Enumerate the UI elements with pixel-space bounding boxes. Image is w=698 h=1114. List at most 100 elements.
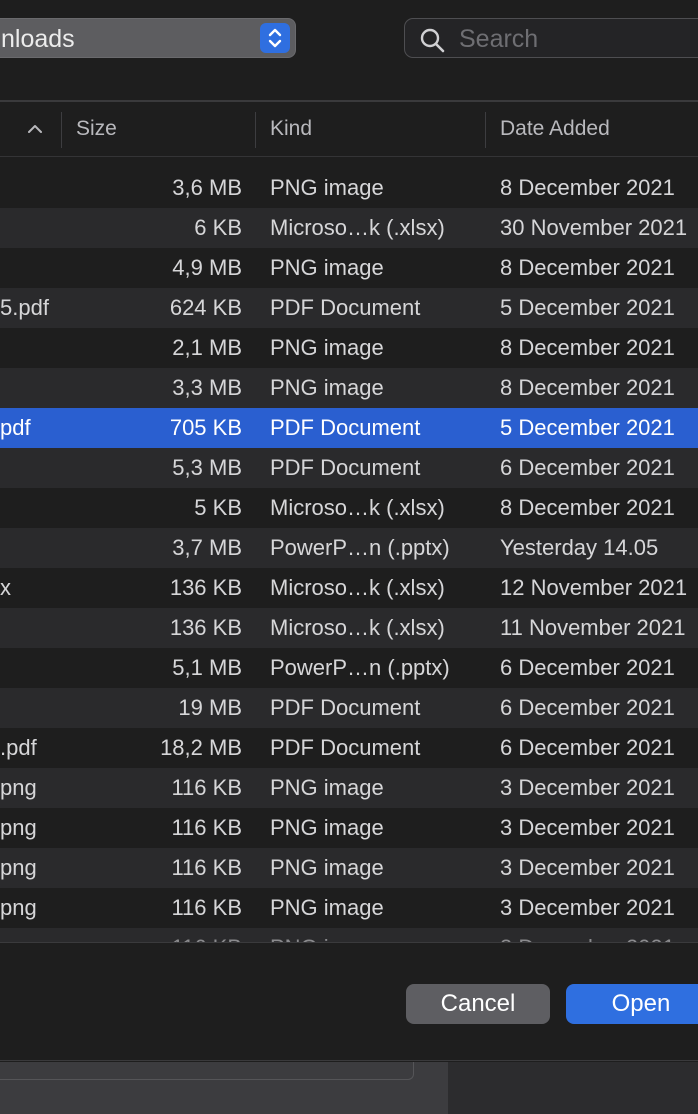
- file-date-added: 8 December 2021: [500, 375, 675, 400]
- file-row[interactable]: 2,1 MB PNG image 8 December 2021: [0, 328, 698, 368]
- file-row[interactable]: 3,6 MB PNG image 8 December 2021: [0, 168, 698, 208]
- column-header-size[interactable]: Size: [76, 102, 117, 156]
- file-date-added: 12 November 2021: [500, 575, 688, 600]
- file-size: 5,1 MB: [172, 655, 242, 680]
- background-text-field: [0, 1062, 414, 1080]
- file-date-added: 6 December 2021: [500, 695, 675, 720]
- column-header-date-added[interactable]: Date Added: [500, 102, 610, 156]
- file-kind: PNG image: [270, 375, 384, 400]
- cancel-button[interactable]: Cancel: [406, 984, 550, 1024]
- file-size: 116 KB: [171, 815, 242, 840]
- file-name: png: [0, 815, 37, 840]
- file-name: [0, 528, 60, 568]
- file-kind: PDF Document: [270, 415, 421, 440]
- file-name: png: [0, 855, 37, 880]
- file-date-added: 3 December 2021: [500, 815, 675, 840]
- file-date-added: 8 December 2021: [500, 255, 675, 280]
- file-name: pdf: [0, 415, 31, 440]
- file-row-selected[interactable]: pdf 705 KB PDF Document 5 December 2021: [0, 408, 698, 448]
- file-kind: PNG image: [270, 815, 384, 840]
- file-kind: Microso…k (.xlsx): [270, 615, 445, 640]
- file-kind: Microso…k (.xlsx): [270, 495, 445, 520]
- file-name: x: [0, 575, 11, 600]
- file-size: 3,6 MB: [172, 175, 242, 200]
- file-name: [0, 448, 60, 488]
- file-name: [0, 688, 60, 728]
- file-row[interactable]: 136 KB Microso…k (.xlsx) 11 November 202…: [0, 608, 698, 648]
- file-date-added: 5 December 2021: [500, 295, 675, 320]
- file-row[interactable]: 19 MB PDF Document 6 December 2021: [0, 688, 698, 728]
- column-separator[interactable]: [485, 112, 486, 148]
- file-date-added: 30 November 2021: [500, 215, 688, 240]
- file-date-added: 8 December 2021: [500, 335, 675, 360]
- location-popup[interactable]: nloads: [0, 18, 296, 58]
- file-name: [0, 648, 60, 688]
- file-date-added: 3 December 2021: [500, 775, 675, 800]
- file-list[interactable]: 3,6 MB PNG image 8 December 2021 6 KB Mi…: [0, 168, 698, 942]
- file-size: 3,7 MB: [172, 535, 242, 560]
- file-date-added: 3 December 2021: [500, 928, 698, 942]
- sort-ascending-chevron-icon[interactable]: [25, 119, 45, 139]
- dialog-bottom-edge: [0, 1060, 698, 1061]
- file-size: 4,9 MB: [172, 255, 242, 280]
- file-row[interactable]: png 116 KB PNG image 3 December 2021: [0, 888, 698, 928]
- file-row[interactable]: 6 KB Microso…k (.xlsx) 30 November 2021: [0, 208, 698, 248]
- file-row[interactable]: png 116 KB PNG image 3 December 2021: [0, 808, 698, 848]
- file-size: 116 KB: [60, 928, 242, 942]
- file-size: 5,3 MB: [172, 455, 242, 480]
- file-name: png: [0, 895, 37, 920]
- file-kind: Microso…k (.xlsx): [270, 215, 445, 240]
- file-kind: PNG image: [270, 255, 384, 280]
- file-row[interactable]: .pdf 18,2 MB PDF Document 6 December 202…: [0, 728, 698, 768]
- search-placeholder: Search: [459, 25, 539, 53]
- file-date-added: 3 December 2021: [500, 895, 675, 920]
- file-row[interactable]: png 116 KB PNG image 3 December 2021: [0, 848, 698, 888]
- file-row[interactable]: 3,7 MB PowerP…n (.pptx) Yesterday 14.05: [0, 528, 698, 568]
- file-row[interactable]: png 116 KB PNG image 3 December 2021: [0, 768, 698, 808]
- file-kind: PDF Document: [270, 455, 421, 480]
- file-name: [0, 608, 60, 648]
- file-kind: PowerP…n (.pptx): [270, 655, 450, 680]
- file-date-added: Yesterday 14.05: [500, 535, 659, 560]
- file-row[interactable]: x 136 KB Microso…k (.xlsx) 12 November 2…: [0, 568, 698, 608]
- column-header-row: Size Kind Date Added: [0, 102, 698, 157]
- file-size: 3,3 MB: [172, 375, 242, 400]
- file-kind: PNG image: [270, 895, 384, 920]
- file-row[interactable]: 5 KB Microso…k (.xlsx) 8 December 2021: [0, 488, 698, 528]
- file-date-added: 6 December 2021: [500, 655, 675, 680]
- search-input[interactable]: Search: [404, 18, 698, 58]
- file-kind: PDF Document: [270, 295, 421, 320]
- column-separator[interactable]: [61, 112, 62, 148]
- file-row[interactable]: 4,9 MB PNG image 8 December 2021: [0, 248, 698, 288]
- file-name: [0, 488, 60, 528]
- file-kind: PDF Document: [270, 695, 421, 720]
- file-kind: PNG image: [270, 775, 384, 800]
- open-button[interactable]: Open: [566, 984, 698, 1024]
- file-name: [0, 928, 60, 942]
- file-size: 2,1 MB: [172, 335, 242, 360]
- file-row[interactable]: 116 KB PNG image 3 December 2021: [0, 928, 698, 942]
- file-row[interactable]: 5.pdf 624 KB PDF Document 5 December 202…: [0, 288, 698, 328]
- file-size: 136 KB: [169, 615, 242, 640]
- file-name: [0, 248, 60, 288]
- up-down-chevron-icon[interactable]: [260, 23, 290, 53]
- file-size: 116 KB: [171, 855, 242, 880]
- file-row[interactable]: 5,3 MB PDF Document 6 December 2021: [0, 448, 698, 488]
- search-icon: [419, 27, 445, 53]
- location-label: nloads: [1, 25, 75, 53]
- file-size: 136 KB: [169, 575, 242, 600]
- file-date-added: 5 December 2021: [500, 415, 675, 440]
- column-separator[interactable]: [255, 112, 256, 148]
- file-row[interactable]: 5,1 MB PowerP…n (.pptx) 6 December 2021: [0, 648, 698, 688]
- file-name: [0, 368, 60, 408]
- file-kind: PowerP…n (.pptx): [270, 535, 450, 560]
- file-name: [0, 328, 60, 368]
- file-size: 6 KB: [194, 215, 242, 240]
- file-size: 116 KB: [171, 775, 242, 800]
- file-date-added: 6 December 2021: [500, 455, 675, 480]
- file-size: 19 MB: [178, 695, 242, 720]
- column-header-kind[interactable]: Kind: [270, 102, 312, 156]
- file-kind: PNG image: [270, 175, 384, 200]
- file-row[interactable]: 3,3 MB PNG image 8 December 2021: [0, 368, 698, 408]
- file-date-added: 8 December 2021: [500, 175, 675, 200]
